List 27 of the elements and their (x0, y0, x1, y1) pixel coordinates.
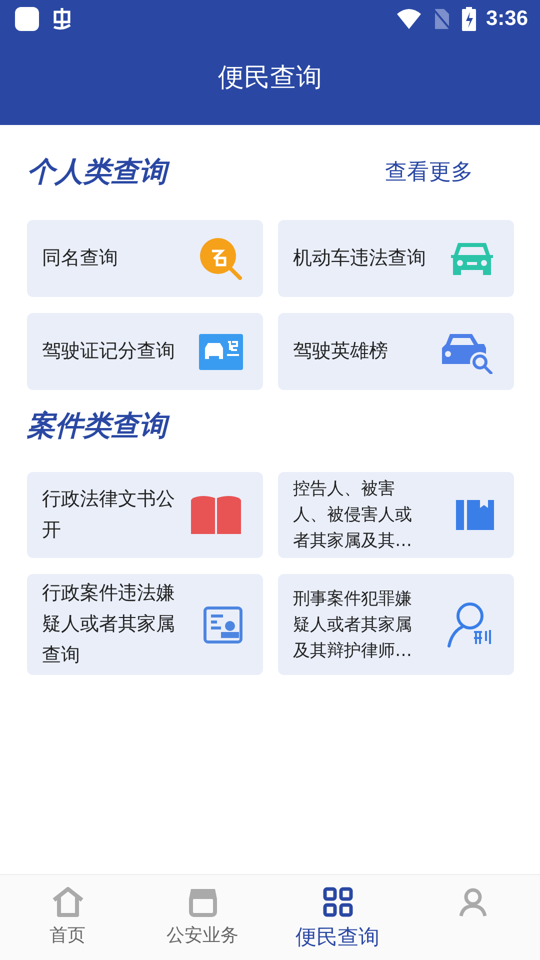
battery-icon (462, 7, 476, 31)
page-title: 便民查询 (218, 62, 322, 95)
home-icon (52, 887, 84, 917)
query-card[interactable]: 行政案件违法嫌疑人或者其家属查询 (27, 574, 263, 675)
user-icon (458, 887, 488, 917)
query-card[interactable]: 刑事案件犯罪嫌疑人或者其家属及其辩护律师… (278, 574, 514, 675)
name-search-icon (199, 236, 243, 280)
app-notification-icon (14, 6, 40, 32)
see-more-link[interactable]: 查看更多 (385, 157, 473, 187)
certificate-icon (203, 606, 243, 644)
person-icon (446, 602, 494, 648)
query-card[interactable]: 同名查询 (27, 220, 263, 297)
license-card-icon (199, 334, 243, 370)
grid-icon (322, 887, 352, 917)
shop-icon (186, 887, 218, 917)
query-card[interactable]: 控告人、被害人、被侵害人或者其家属及其… (278, 472, 514, 558)
nav-tab[interactable]: 公安业务 (135, 875, 270, 960)
query-card[interactable]: 机动车违法查询 (278, 220, 514, 297)
nav-tab[interactable]: 首页 (0, 875, 135, 960)
bookmark-icon (456, 500, 494, 530)
query-card[interactable]: 行政法律文书公开 (27, 472, 263, 558)
wifi-icon (396, 8, 422, 30)
book-icon (189, 494, 243, 536)
query-card[interactable]: 驾驶英雄榜 (278, 313, 514, 390)
status-time: 3:36 (486, 7, 528, 31)
query-card[interactable]: 驾驶证记分查询 (27, 313, 263, 390)
nav-tab[interactable]: 便民查询 (270, 875, 405, 960)
